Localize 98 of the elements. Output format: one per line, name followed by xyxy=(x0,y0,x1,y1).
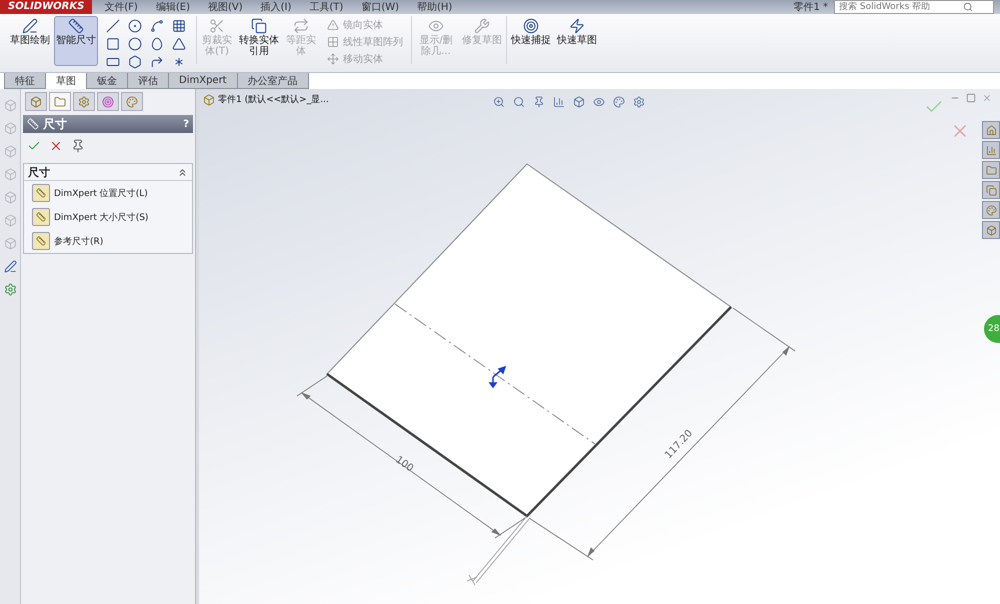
maximize-icon xyxy=(966,93,976,103)
axis-triad-icon xyxy=(466,516,530,586)
eye-icon xyxy=(428,18,444,34)
cube-icon xyxy=(4,237,16,250)
eye-icon xyxy=(593,96,605,108)
panel-title: 尺寸 xyxy=(43,116,67,132)
menu-item[interactable]: 插入(I) xyxy=(254,0,298,14)
chart-icon xyxy=(986,144,996,156)
part-icon xyxy=(203,94,215,106)
cube-icon xyxy=(4,168,16,181)
item-label: DimXpert 位置尺寸(L) xyxy=(54,188,148,200)
panel-tab[interactable] xyxy=(97,92,119,111)
spline-icon xyxy=(150,19,164,33)
zoom-icon xyxy=(493,96,505,108)
task-pane-tab[interactable] xyxy=(982,201,1000,219)
ruler-icon xyxy=(36,236,46,246)
search-icon xyxy=(963,2,973,12)
menu-item[interactable]: 窗口(W) xyxy=(355,0,406,14)
group-title: 尺寸 xyxy=(28,164,50,180)
panel-tab[interactable] xyxy=(25,92,47,111)
menu-item[interactable]: 帮助(H) xyxy=(411,0,458,14)
folder-icon xyxy=(54,96,66,108)
cube-icon xyxy=(4,145,16,158)
ribbon-button[interactable]: 快速草图 xyxy=(555,16,599,66)
circle-icon xyxy=(128,19,142,33)
palette-icon xyxy=(126,96,138,108)
task-pane-tab[interactable] xyxy=(982,141,1000,159)
line-icon xyxy=(106,19,120,33)
cube-icon xyxy=(4,214,16,227)
gear-icon xyxy=(4,283,16,296)
search-icon xyxy=(513,96,525,108)
cube-icon xyxy=(4,122,16,135)
ruler-icon xyxy=(27,118,39,130)
panel-tab[interactable] xyxy=(121,92,143,111)
ribbon-button[interactable]: 草图绘制 xyxy=(8,16,52,66)
scissors-icon xyxy=(209,18,225,34)
gear-icon xyxy=(633,96,645,108)
ruler-icon xyxy=(36,188,46,198)
menu-item[interactable]: 工具(T) xyxy=(303,0,350,14)
collapse-icon[interactable] xyxy=(177,166,188,178)
ruler-icon xyxy=(36,212,46,222)
help-icon[interactable]: ? xyxy=(183,118,189,130)
menu-item[interactable]: 视图(V) xyxy=(202,0,249,14)
task-pane-tab[interactable] xyxy=(982,221,1000,239)
palette-icon xyxy=(986,204,996,216)
pin-icon xyxy=(71,139,85,153)
lightning-icon xyxy=(569,18,585,34)
ribbon-button[interactable]: 快速捕捉 xyxy=(509,16,553,66)
polygon-icon xyxy=(128,55,142,69)
box-icon xyxy=(986,224,996,236)
gear-icon xyxy=(78,96,90,108)
target-icon xyxy=(523,18,539,34)
list-item[interactable]: 参考尺寸(R) xyxy=(24,229,192,253)
dimension-text: 100 xyxy=(393,454,416,474)
grid-icon xyxy=(327,36,339,48)
tree-item[interactable]: 零件1 (默认<<默认>_显... xyxy=(218,93,329,106)
chart-icon xyxy=(553,96,565,108)
panel-tab[interactable] xyxy=(49,92,71,111)
item-label: 参考尺寸(R) xyxy=(54,236,104,248)
home-icon xyxy=(986,124,996,136)
tab[interactable]: 特征 xyxy=(4,73,46,89)
menu-item[interactable]: 文件(F) xyxy=(98,0,144,14)
menu-item[interactable]: 编辑(E) xyxy=(150,0,196,14)
tab[interactable]: 钣金 xyxy=(86,73,128,89)
pencil-icon xyxy=(22,18,38,34)
copy-icon xyxy=(986,184,996,196)
palette-icon xyxy=(613,96,625,108)
move-icon xyxy=(327,53,339,65)
ruler-icon xyxy=(68,18,84,34)
rectangle-icon xyxy=(106,37,120,51)
tab[interactable]: DimXpert xyxy=(168,73,238,89)
ribbon-button[interactable]: 转换实体引用 xyxy=(237,16,281,66)
cube-icon xyxy=(573,96,585,108)
tab[interactable]: 评估 xyxy=(127,73,169,89)
copy-icon xyxy=(251,18,267,34)
list-item[interactable]: DimXpert 大小尺寸(S) xyxy=(24,205,192,229)
item-label: DimXpert 大小尺寸(S) xyxy=(54,212,148,224)
close-icon xyxy=(982,93,992,103)
list-item[interactable]: DimXpert 位置尺寸(L) xyxy=(24,181,192,205)
tab[interactable]: 办公室产品 xyxy=(236,73,309,89)
close-icon xyxy=(49,139,63,153)
task-pane-tab[interactable] xyxy=(982,181,1000,199)
pencil-icon xyxy=(4,260,16,273)
task-pane-tab[interactable] xyxy=(982,161,1000,179)
pin-icon xyxy=(533,96,545,108)
crosshair-icon xyxy=(102,96,114,108)
part-icon xyxy=(30,96,42,108)
app-logo: SOLIDWORKS xyxy=(0,0,92,14)
wrench-icon xyxy=(474,18,490,34)
task-pane-tab[interactable] xyxy=(982,121,1000,139)
cube-icon xyxy=(4,191,16,204)
ribbon-button[interactable]: 智能尺寸 xyxy=(54,16,98,66)
panel-tab[interactable] xyxy=(73,92,95,111)
grid-icon xyxy=(172,19,186,33)
folder-icon xyxy=(986,164,996,176)
origin-arrows-icon xyxy=(488,366,506,388)
cube-icon xyxy=(4,99,16,112)
document-title: 零件1 * xyxy=(793,1,828,14)
